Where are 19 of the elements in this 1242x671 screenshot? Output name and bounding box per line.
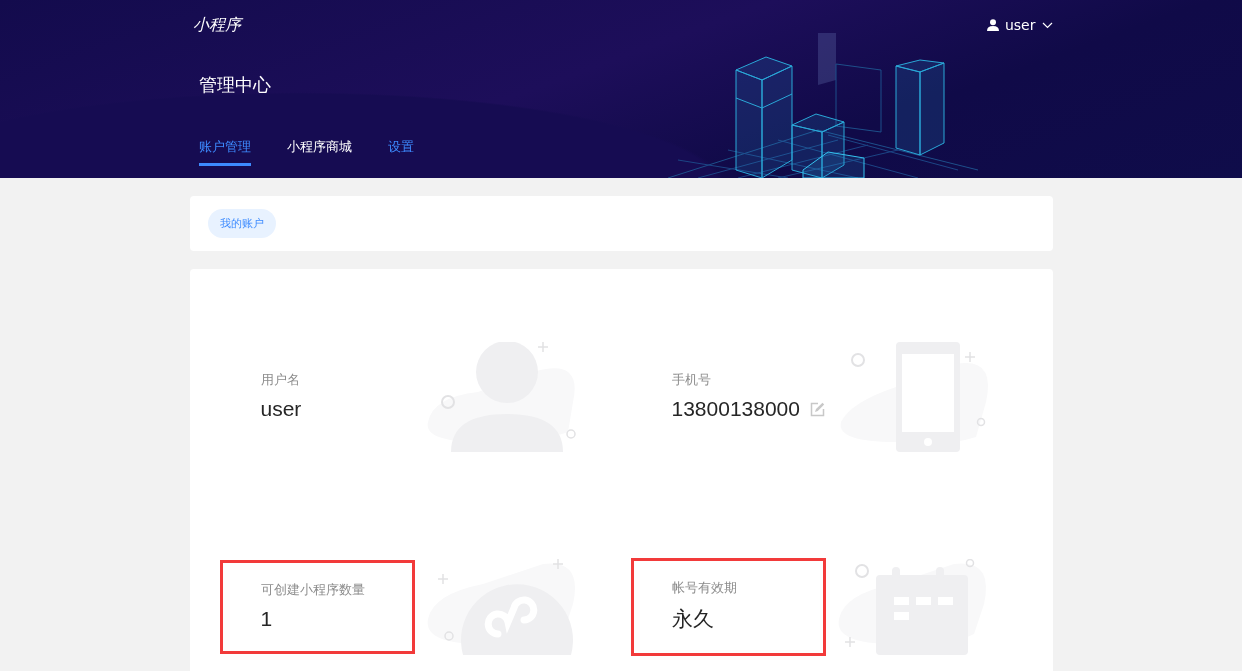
page-title: 管理中心 bbox=[198, 74, 272, 96]
field-value: user bbox=[260, 397, 302, 421]
field-label: 帐号有效期 bbox=[671, 579, 737, 597]
field-label: 可创建小程序数量 bbox=[260, 581, 365, 599]
breadcrumb-tag[interactable]: 我的账户 bbox=[207, 209, 276, 238]
field-value: 1 bbox=[260, 607, 273, 631]
field-value: 13800138000 bbox=[671, 397, 800, 421]
nav-tab[interactable]: 小程序商城 bbox=[286, 138, 352, 166]
user-menu[interactable]: user bbox=[986, 17, 1053, 33]
app-logo: 小程序 bbox=[192, 14, 241, 36]
edit-icon[interactable] bbox=[810, 401, 825, 417]
chevron-down-icon bbox=[1041, 21, 1053, 29]
field-value: 永久 bbox=[671, 606, 714, 632]
field-label: 手机号 bbox=[671, 371, 711, 389]
nav-tab[interactable]: 账户管理 bbox=[198, 138, 251, 166]
user-icon bbox=[986, 19, 999, 31]
field-label: 用户名 bbox=[260, 371, 300, 389]
nav-tab[interactable]: 设置 bbox=[387, 138, 414, 166]
username: user bbox=[1004, 17, 1036, 33]
